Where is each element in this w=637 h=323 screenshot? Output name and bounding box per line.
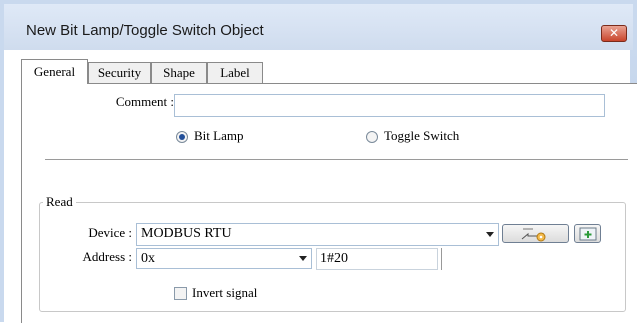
- settings-icon: [521, 228, 546, 242]
- invert-signal-checkbox[interactable]: [174, 287, 187, 300]
- tab-shape[interactable]: Shape: [151, 62, 207, 83]
- tab-general-label: General: [33, 64, 76, 79]
- add-device-button[interactable]: [574, 224, 601, 243]
- address-type-select[interactable]: 0x: [136, 248, 312, 269]
- comment-label: Comment :: [115, 94, 174, 109]
- chevron-down-icon: [299, 256, 307, 261]
- window-title: New Bit Lamp/Toggle Switch Object: [26, 22, 264, 39]
- device-label: Device :: [88, 225, 132, 240]
- bit-lamp-label: Bit Lamp: [194, 128, 244, 143]
- general-tab-panel: Comment : Bit Lamp Toggle Switch Read De…: [21, 83, 637, 323]
- tab-security-label: Security: [97, 65, 142, 80]
- tab-general[interactable]: General: [21, 59, 88, 84]
- close-icon: ✕: [608, 26, 620, 40]
- bit-lamp-radio[interactable]: [176, 131, 188, 143]
- address-type-value: 0x: [141, 251, 155, 266]
- dialog-client: General Security Shape Label Comment : B…: [15, 56, 637, 323]
- tab-label[interactable]: Label: [207, 62, 263, 83]
- tab-label-label: Label: [220, 65, 250, 80]
- tab-shape-label: Shape: [163, 65, 195, 80]
- comment-input[interactable]: [174, 94, 605, 117]
- device-select[interactable]: MODBUS RTU: [136, 223, 499, 246]
- read-group-title: Read: [43, 194, 76, 210]
- address-input[interactable]: 1#20: [316, 248, 438, 270]
- address-label: Address :: [82, 249, 132, 264]
- tab-security[interactable]: Security: [88, 62, 151, 83]
- separator: [45, 159, 628, 161]
- invert-signal-label: Invert signal: [192, 285, 258, 300]
- chevron-down-icon: [486, 232, 494, 237]
- toggle-switch-radio[interactable]: [366, 131, 378, 143]
- add-icon: [579, 227, 597, 241]
- address-input-divider: [441, 248, 442, 270]
- device-settings-button[interactable]: [502, 224, 569, 243]
- close-button[interactable]: ✕: [601, 25, 627, 42]
- device-value: MODBUS RTU: [141, 226, 232, 241]
- toggle-switch-label: Toggle Switch: [384, 128, 460, 143]
- title-bar[interactable]: New Bit Lamp/Toggle Switch Object ✕: [4, 4, 633, 50]
